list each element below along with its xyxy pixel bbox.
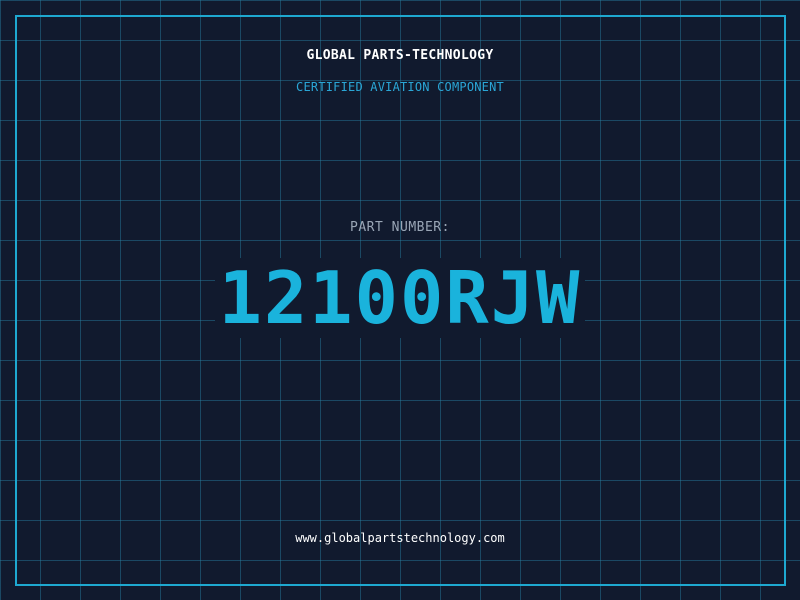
part-number-label: PART NUMBER: [350,220,450,235]
part-number-value: 12100RJW [214,258,586,338]
website-url: www.globalpartstechnology.com [295,531,505,545]
company-name: GLOBAL PARTS-TECHNOLOGY [306,48,494,63]
certification-subtitle: CERTIFIED AVIATION COMPONENT [296,80,504,94]
part-number-display: 12100RJW [0,258,800,358]
